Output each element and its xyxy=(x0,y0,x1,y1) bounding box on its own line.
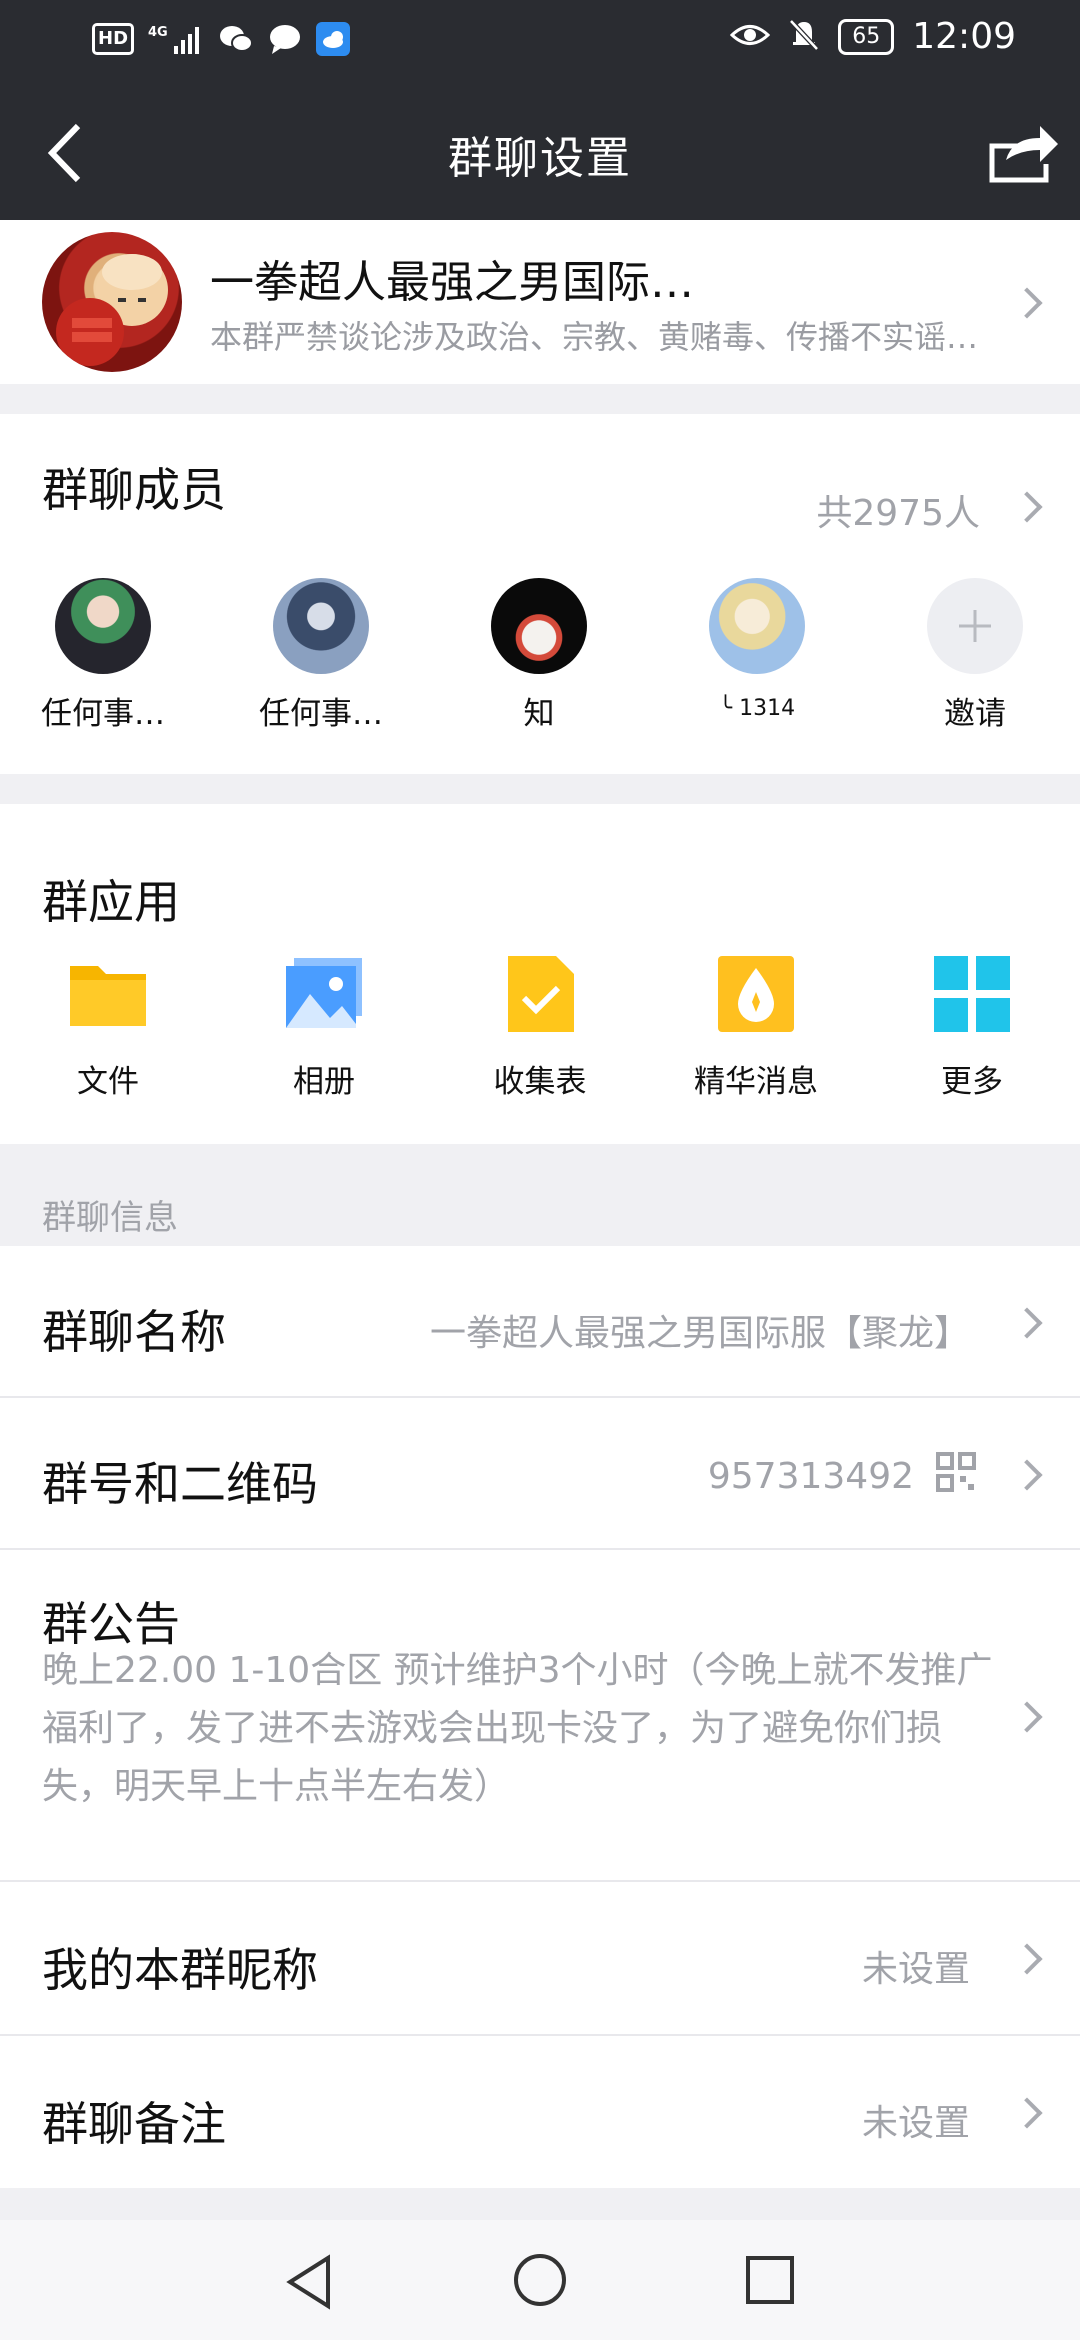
nav-home-button[interactable] xyxy=(512,2252,568,2312)
nav-back-button[interactable] xyxy=(284,2254,334,2314)
app-label: 精华消息 xyxy=(694,1064,818,1100)
circle-home-icon xyxy=(514,2254,566,2306)
app-label: 更多 xyxy=(941,1064,1003,1100)
row-label: 群聊备注 xyxy=(42,2097,226,2151)
network-label: 4G xyxy=(148,25,168,40)
member-name: 任何事… xyxy=(259,696,383,732)
app-files[interactable]: 文件 xyxy=(8,954,208,1101)
members-section: 群聊成员 共2975人 任何事… 任何事… 知 ╰ 1314 邀请 xyxy=(0,414,1080,774)
group-apps-section: 群应用 文件 相册 收集表 精华消息 更多 xyxy=(0,804,1080,1144)
share-button[interactable] xyxy=(984,118,1060,186)
app-collect-form[interactable]: 收集表 xyxy=(440,954,640,1101)
members-title: 群聊成员 xyxy=(42,463,226,517)
chevron-right-icon[interactable] xyxy=(1011,491,1043,523)
row-label: 群号和二维码 xyxy=(42,1457,318,1511)
form-icon xyxy=(500,954,580,1034)
system-nav-bar xyxy=(0,2220,1080,2340)
member-avatar xyxy=(55,578,151,674)
member-name: 知 xyxy=(523,696,555,732)
hd-icon: HD xyxy=(92,23,135,55)
member-item[interactable]: 知 xyxy=(449,578,629,733)
group-id-row[interactable]: 群号和二维码 957313492 xyxy=(0,1398,1080,1548)
chevron-right-icon xyxy=(1011,1459,1043,1491)
member-avatar xyxy=(491,578,587,674)
title-bar: 群聊设置 xyxy=(0,86,1080,220)
invite-label: 邀请 xyxy=(944,696,1006,732)
member-avatar xyxy=(273,578,369,674)
row-label: 我的本群昵称 xyxy=(42,1943,318,1997)
app-label: 文件 xyxy=(77,1064,139,1100)
group-name-row[interactable]: 群聊名称 一拳超人最强之男国际服【聚龙】 xyxy=(0,1246,1080,1396)
folder-icon xyxy=(68,954,148,1034)
weather-icon xyxy=(316,22,351,56)
app-label: 收集表 xyxy=(493,1064,587,1100)
info-section-header: 群聊信息 xyxy=(42,1198,178,1238)
page-title: 群聊设置 xyxy=(448,133,632,184)
group-description: 本群严禁谈论涉及政治、宗教、黄赌毒、传播不实谣… xyxy=(210,318,979,356)
chevron-right-icon xyxy=(1011,1943,1043,1975)
wechat-icon xyxy=(218,22,254,56)
status-icons-left: HD 4G xyxy=(92,22,351,56)
app-label: 相册 xyxy=(293,1064,355,1100)
apps-title: 群应用 xyxy=(42,875,180,929)
nav-recents-button[interactable] xyxy=(744,2254,796,2310)
member-item[interactable]: ╰ 1314 xyxy=(667,578,847,721)
group-avatar[interactable] xyxy=(42,232,182,372)
chevron-right-icon xyxy=(1011,1701,1043,1733)
album-icon xyxy=(284,954,364,1034)
status-icons-right: 65 12:09 xyxy=(730,16,1016,57)
remark-value: 未设置 xyxy=(861,2103,970,2144)
triangle-back-icon xyxy=(286,2254,330,2310)
group-profile-card[interactable]: 一拳超人最强之男国际… 本群严禁谈论涉及政治、宗教、黄赌毒、传播不实谣… xyxy=(0,220,1080,384)
chevron-right-icon xyxy=(1011,1307,1043,1339)
bell-muted-icon xyxy=(788,18,820,56)
member-item[interactable]: 任何事… xyxy=(13,578,193,733)
nickname-value: 未设置 xyxy=(861,1949,970,1990)
member-avatar xyxy=(709,578,805,674)
notice-text: 晚上22.00 1-10合区 预计维护3个小时（今晚上就不发推广福利了，发了进不… xyxy=(42,1650,993,1807)
app-essence[interactable]: 精华消息 xyxy=(656,954,856,1101)
chevron-right-icon xyxy=(1011,287,1043,319)
my-nickname-row[interactable]: 我的本群昵称 未设置 xyxy=(0,1882,1080,2034)
row-label: 群聊名称 xyxy=(42,1305,226,1359)
clock: 12:09 xyxy=(912,16,1016,57)
grid-more-icon xyxy=(932,954,1012,1034)
square-recents-icon xyxy=(746,2256,794,2304)
group-name-value: 一拳超人最强之男国际服【聚龙】 xyxy=(429,1313,970,1354)
eye-icon xyxy=(730,20,771,54)
qr-code-icon xyxy=(936,1452,976,1496)
app-more[interactable]: 更多 xyxy=(872,954,1072,1101)
plus-icon xyxy=(927,578,1023,674)
share-icon xyxy=(989,126,1058,183)
member-item[interactable]: 任何事… xyxy=(231,578,411,733)
group-name: 一拳超人最强之男国际… xyxy=(210,257,694,308)
status-bar: HD 4G 65 12:09 xyxy=(0,0,1080,86)
battery-indicator: 65 xyxy=(838,18,895,55)
group-id-value: 957313492 xyxy=(707,1456,914,1497)
group-remark-row[interactable]: 群聊备注 未设置 xyxy=(0,2036,1080,2188)
member-count[interactable]: 共2975人 xyxy=(816,484,980,536)
chevron-right-icon xyxy=(1011,2097,1043,2129)
app-album[interactable]: 相册 xyxy=(224,954,424,1101)
invite-button[interactable]: 邀请 xyxy=(885,578,1065,733)
member-name: ╰ 1314 xyxy=(718,696,796,721)
group-notice-row[interactable]: 群公告 晚上22.00 1-10合区 预计维护3个小时（今晚上就不发推广福利了，… xyxy=(0,1550,1080,1880)
essence-icon xyxy=(716,954,796,1034)
member-name: 任何事… xyxy=(41,696,165,732)
message-icon xyxy=(268,22,302,56)
signal-icon: 4G xyxy=(148,22,204,56)
